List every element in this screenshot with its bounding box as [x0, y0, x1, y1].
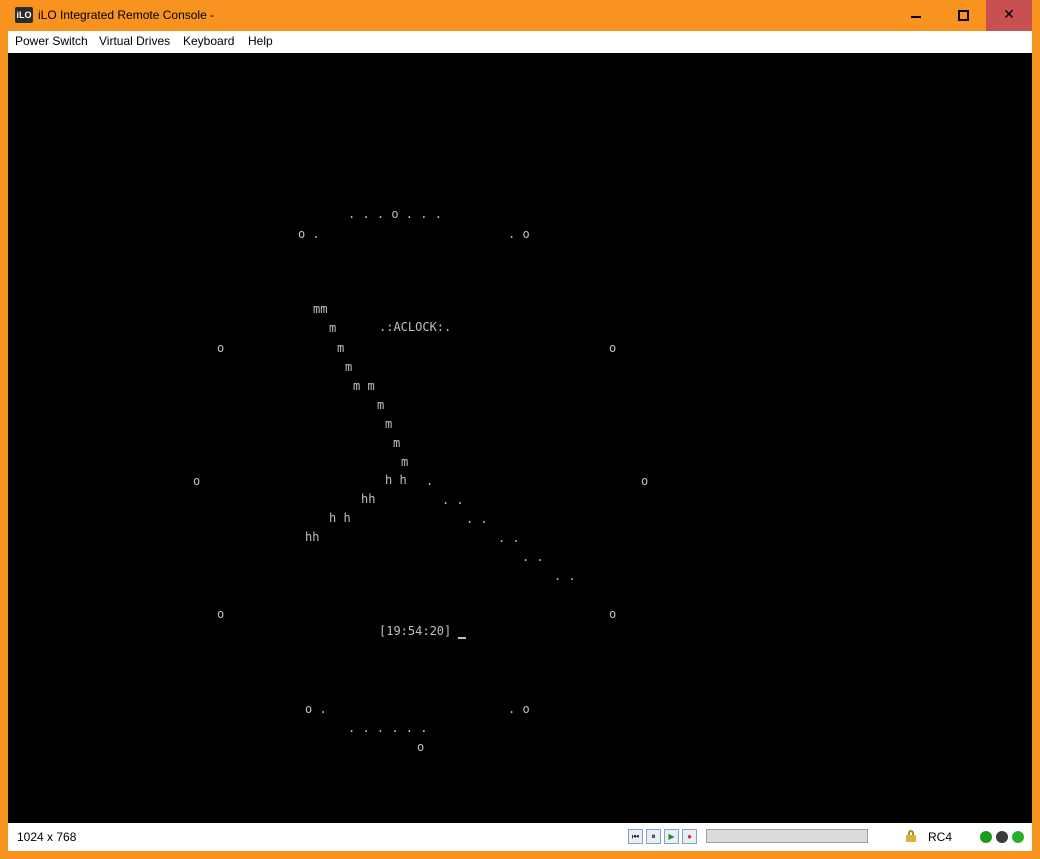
close-button[interactable]: ✕	[986, 0, 1032, 31]
console-text: . . . o . . .	[348, 207, 442, 221]
maximize-button[interactable]	[940, 0, 986, 31]
ilo-app-icon: iLO	[15, 7, 33, 23]
console-text: o	[217, 341, 225, 355]
console-text: . .	[466, 512, 488, 526]
text-cursor	[458, 637, 466, 639]
console-text: mm	[313, 302, 328, 316]
close-icon: ✕	[1003, 6, 1015, 22]
console-text: o	[193, 474, 201, 488]
console-text: . o	[508, 227, 530, 241]
console-text: o	[609, 607, 617, 621]
remote-console-screen[interactable]: . . . o . . . o . . o mm m .:ACLOCK:. o …	[8, 53, 1032, 823]
rewind-icon: ⏮	[631, 832, 640, 841]
minimize-button[interactable]	[893, 0, 939, 31]
record-icon: ●	[687, 832, 692, 841]
play-icon: ▶	[668, 832, 675, 841]
resolution-label: 1024 x 768	[17, 830, 77, 844]
window-title: iLO Integrated Remote Console -	[38, 8, 215, 22]
console-text: h h	[329, 511, 351, 525]
lock-icon	[905, 830, 917, 842]
menu-bar: Power Switch Virtual Drives Keyboard Hel…	[8, 31, 1032, 53]
console-text: m	[385, 417, 393, 431]
power-led-icon	[980, 831, 992, 843]
console-text: o .	[298, 227, 320, 241]
clock-time: [19:54:20]	[379, 624, 452, 638]
rewind-button[interactable]: ⏮	[628, 829, 643, 844]
status-bar: 1024 x 768 ⏮ ⏸ ▶ ● RC4	[8, 823, 1032, 851]
maximize-icon	[958, 10, 969, 21]
console-text: o	[641, 474, 649, 488]
console-text: m	[393, 436, 401, 450]
playback-progress-bar[interactable]	[706, 829, 868, 843]
console-text: m	[329, 321, 337, 335]
console-text: . .	[554, 569, 576, 583]
minimize-icon	[911, 16, 921, 18]
console-text: .	[426, 474, 434, 488]
title-bar[interactable]: iLO iLO Integrated Remote Console - ✕	[0, 0, 1040, 31]
record-button[interactable]: ●	[682, 829, 697, 844]
aclock-title: .:ACLOCK:.	[379, 320, 452, 334]
console-text: o .	[305, 702, 327, 716]
console-text: . .	[442, 493, 464, 507]
play-button[interactable]: ▶	[664, 829, 679, 844]
console-text: o	[609, 341, 617, 355]
console-text: m	[345, 360, 353, 374]
console-text: m	[401, 455, 409, 469]
menu-help[interactable]: Help	[248, 34, 273, 48]
console-text: . .	[522, 550, 544, 564]
console-text: m	[337, 341, 345, 355]
menu-power-switch[interactable]: Power Switch	[15, 34, 88, 48]
encryption-label: RC4	[928, 830, 953, 844]
console-text: m m	[353, 379, 375, 393]
console-text: hh	[361, 492, 376, 506]
pause-icon: ⏸	[651, 832, 656, 841]
menu-virtual-drives[interactable]: Virtual Drives	[99, 34, 170, 48]
console-text: hh	[305, 530, 320, 544]
console-text: o	[417, 740, 425, 754]
console-text: . . . . . .	[348, 721, 428, 735]
console-text: m	[377, 398, 385, 412]
console-text: . o	[508, 702, 530, 716]
activity-led-icon	[1012, 831, 1024, 843]
console-text: h h	[385, 473, 407, 487]
pause-button[interactable]: ⏸	[646, 829, 661, 844]
health-led-icon	[996, 831, 1008, 843]
console-text: . .	[498, 531, 520, 545]
console-text: o	[217, 607, 225, 621]
menu-keyboard[interactable]: Keyboard	[183, 34, 234, 48]
